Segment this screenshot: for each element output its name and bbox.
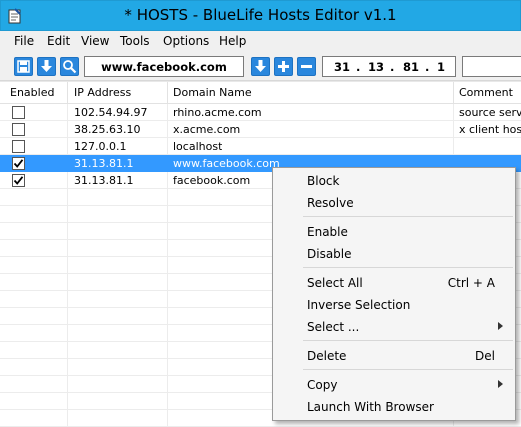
table-row[interactable]: 38.25.63.10 x.acme.com x client host (0, 121, 521, 138)
ctx-resolve[interactable]: Resolve (273, 193, 515, 213)
menu-tools[interactable]: Tools (120, 34, 150, 48)
save-button[interactable] (14, 57, 33, 76)
comment-cell: x client host (459, 123, 521, 136)
column-ip-address[interactable]: IP Address (74, 86, 131, 99)
menu-edit[interactable]: Edit (47, 34, 70, 48)
domain-cell: rhino.acme.com (173, 106, 262, 119)
ip-cell: 31.13.81.1 (74, 174, 134, 187)
remove-icon (301, 65, 312, 68)
ctx-block[interactable]: Block (273, 171, 515, 191)
ip-octet-2: 13 (368, 60, 385, 74)
enabled-checkbox[interactable] (12, 140, 25, 153)
table-row[interactable]: 127.0.0.1 localhost (0, 138, 521, 155)
menu-separator (303, 340, 513, 341)
ctx-select-all[interactable]: Select All Ctrl + A (273, 273, 515, 293)
column-enabled[interactable]: Enabled (10, 86, 54, 99)
enabled-checkbox[interactable] (12, 123, 25, 136)
submenu-arrow-icon (498, 322, 503, 330)
ctx-enable[interactable]: Enable (273, 222, 515, 242)
comment-cell: source server (459, 106, 521, 119)
domain-input[interactable] (84, 56, 244, 77)
ip-cell: 127.0.0.1 (74, 140, 127, 153)
context-menu: Block Resolve Enable Disable Select All … (272, 167, 516, 421)
submenu-arrow-icon (498, 380, 503, 388)
resolve-button[interactable] (251, 57, 270, 76)
ctx-launch-with-browser[interactable]: Launch With Browser (273, 397, 515, 417)
ctx-delete[interactable]: Delete Del (273, 346, 515, 366)
download-icon (41, 60, 52, 72)
menu-separator (303, 216, 513, 217)
ip-cell: 38.25.63.10 (74, 123, 141, 136)
search-icon (63, 60, 77, 74)
ip-address-field[interactable]: 31 . 13 . 81 . 1 (322, 56, 456, 77)
enabled-checkbox[interactable] (12, 174, 25, 187)
ip-cell: 31.13.81.1 (74, 157, 134, 170)
enabled-checkbox[interactable] (12, 157, 25, 170)
toolbar: 31 . 13 . 81 . 1 (0, 52, 521, 81)
column-domain-name[interactable]: Domain Name (173, 86, 252, 99)
ctx-inverse-selection[interactable]: Inverse Selection (273, 295, 515, 315)
menu-bar: File Edit View Tools Options Help (0, 31, 521, 52)
remove-button[interactable] (297, 57, 316, 76)
menu-file[interactable]: File (14, 34, 34, 48)
menu-options[interactable]: Options (163, 34, 209, 48)
save-icon (17, 60, 30, 73)
ip-octet-3: 81 (403, 60, 420, 74)
add-button[interactable] (274, 57, 293, 76)
checkmark-icon (13, 176, 24, 185)
ip-octet-1: 31 (334, 60, 351, 74)
menu-view[interactable]: View (81, 34, 109, 48)
comment-input[interactable] (462, 56, 521, 77)
domain-cell: www.facebook.com (173, 157, 280, 170)
menu-help[interactable]: Help (219, 34, 246, 48)
column-comment[interactable]: Comment (459, 86, 513, 99)
add-icon (278, 61, 289, 72)
menu-separator (303, 369, 513, 370)
ctx-select-submenu[interactable]: Select ... (273, 317, 515, 337)
title-bar: * HOSTS - BlueLife Hosts Editor v1.1 (0, 0, 521, 31)
menu-separator (303, 267, 513, 268)
checkmark-icon (13, 159, 24, 168)
window-title: * HOSTS - BlueLife Hosts Editor v1.1 (124, 6, 397, 24)
ip-octet-4: 1 (437, 60, 446, 74)
select-all-shortcut: Ctrl + A (447, 276, 495, 290)
table-row[interactable]: 102.54.94.97 rhino.acme.com source serve… (0, 104, 521, 121)
delete-shortcut: Del (475, 349, 495, 363)
table-header: Enabled IP Address Domain Name Comment (0, 82, 521, 104)
download-button[interactable] (37, 57, 56, 76)
search-button[interactable] (60, 57, 79, 76)
ctx-disable[interactable]: Disable (273, 244, 515, 264)
ctx-copy[interactable]: Copy (273, 375, 515, 395)
enabled-checkbox[interactable] (12, 106, 25, 119)
domain-cell: localhost (173, 140, 223, 153)
ip-cell: 102.54.94.97 (74, 106, 148, 119)
domain-cell: facebook.com (173, 174, 251, 187)
domain-cell: x.acme.com (173, 123, 241, 136)
arrow-down-icon (255, 60, 266, 72)
